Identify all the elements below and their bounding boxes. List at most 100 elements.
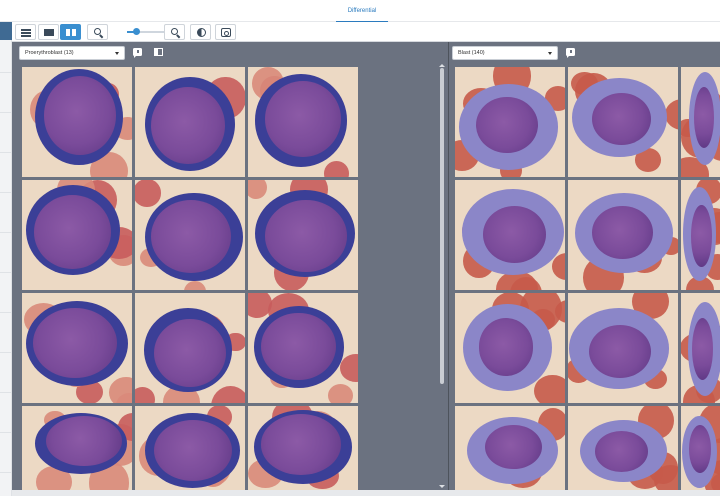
single-view-icon — [44, 29, 54, 36]
toolbar — [12, 22, 720, 42]
sidebar-divider — [0, 232, 12, 233]
cell-image-tile[interactable] — [455, 67, 565, 177]
red-blood-cell — [135, 386, 155, 403]
view-toggle-button[interactable] — [215, 24, 236, 40]
cell-image-tile[interactable] — [568, 67, 678, 177]
cell-nucleus — [594, 430, 649, 472]
cell-image-tile[interactable] — [135, 67, 245, 177]
cell-image-tile[interactable] — [248, 293, 358, 403]
cell-nucleus — [153, 318, 226, 388]
cell-nucleus — [264, 200, 347, 272]
red-blood-cell — [323, 161, 350, 177]
red-blood-cell — [135, 180, 161, 207]
sidebar — [0, 22, 12, 496]
chevron-down-icon — [115, 52, 119, 55]
menu-button[interactable] — [15, 24, 36, 40]
cell-image-tile[interactable] — [248, 180, 358, 290]
cell-image-tile[interactable] — [568, 180, 678, 290]
cell-image-tile[interactable] — [22, 180, 132, 290]
sidebar-active-item[interactable] — [0, 22, 12, 40]
menu-icon-line — [21, 35, 31, 37]
red-blood-cell — [183, 280, 207, 290]
sidebar-divider — [0, 152, 12, 153]
split-view-icon — [66, 29, 70, 36]
cell-image-tile[interactable] — [681, 67, 720, 177]
cell-image-tile[interactable] — [681, 180, 720, 290]
right-class-select-value: Blast (140) — [458, 50, 485, 56]
red-blood-cell — [248, 180, 267, 200]
zoom-out-button[interactable] — [87, 24, 108, 40]
menu-icon-line — [21, 32, 31, 34]
cell-nucleus — [261, 414, 342, 475]
sidebar-divider — [0, 312, 12, 313]
cell-nucleus — [592, 205, 653, 259]
zoom-in-icon — [171, 28, 178, 35]
cell-nucleus — [33, 307, 118, 378]
scroll-up-arrow[interactable] — [439, 64, 445, 67]
sidebar-divider — [0, 432, 12, 433]
layout-icon[interactable] — [154, 48, 163, 56]
sidebar-divider — [0, 472, 12, 473]
cell-image-tile[interactable] — [248, 67, 358, 177]
zoom-in-button[interactable] — [164, 24, 185, 40]
cell-image-tile[interactable] — [135, 180, 245, 290]
sidebar-divider — [0, 192, 12, 193]
cell-nucleus — [482, 205, 547, 263]
cell-nucleus — [476, 96, 538, 154]
left-class-select-value: Proerythroblast (13) — [25, 50, 74, 56]
cell-image-tile[interactable] — [455, 406, 565, 490]
red-blood-cell — [534, 375, 565, 403]
single-view-button[interactable] — [38, 24, 59, 40]
red-blood-cell — [108, 377, 132, 403]
zoom-slider-handle[interactable] — [133, 28, 141, 35]
sidebar-divider — [0, 272, 12, 273]
tab-bar: Differential — [0, 0, 720, 23]
cell-image-tile[interactable] — [22, 67, 132, 177]
right-gallery-panel: Blast (140) — [449, 42, 720, 490]
cell-image-tile[interactable] — [681, 406, 720, 490]
menu-icon — [21, 29, 31, 31]
sidebar-divider — [0, 72, 12, 73]
cell-image-tile[interactable] — [248, 406, 358, 490]
right-class-select[interactable]: Blast (140) — [452, 46, 558, 60]
cell-image-tile[interactable] — [135, 406, 245, 490]
split-view-button[interactable] — [60, 24, 81, 40]
comment-icon[interactable] — [566, 48, 575, 58]
red-blood-cell — [339, 353, 358, 383]
cell-image-tile[interactable] — [681, 293, 720, 403]
cell-image-tile[interactable] — [22, 293, 132, 403]
cell-nucleus — [693, 86, 714, 148]
red-blood-cell — [327, 383, 354, 403]
cell-image-tile[interactable] — [135, 293, 245, 403]
cell-nucleus — [485, 425, 542, 470]
cell-nucleus — [153, 419, 232, 482]
sidebar-divider — [0, 352, 12, 353]
comment-icon[interactable] — [133, 48, 142, 58]
red-blood-cell — [210, 385, 245, 403]
cell-image-tile[interactable] — [22, 406, 132, 490]
cell-nucleus — [478, 318, 534, 376]
cell-nucleus — [689, 425, 712, 474]
cell-nucleus — [588, 324, 652, 378]
left-panel-scrollbar[interactable] — [440, 68, 444, 384]
sidebar-divider — [0, 112, 12, 113]
cell-image-tile[interactable] — [455, 293, 565, 403]
cell-image-tile[interactable] — [455, 180, 565, 290]
contrast-icon — [197, 28, 206, 37]
cell-nucleus — [151, 199, 232, 273]
cell-nucleus — [265, 81, 341, 158]
status-bar — [12, 490, 720, 496]
scroll-down-arrow[interactable] — [439, 485, 445, 488]
cell-nucleus — [151, 86, 226, 164]
cell-nucleus — [261, 313, 336, 381]
cell-image-tile[interactable] — [568, 406, 678, 490]
sidebar-divider — [0, 392, 12, 393]
left-class-select[interactable]: Proerythroblast (13) — [19, 46, 125, 60]
tab-differential-label: Differential — [347, 8, 377, 14]
cell-nucleus — [591, 93, 651, 146]
contrast-button[interactable] — [190, 24, 211, 40]
cell-image-tile[interactable] — [568, 293, 678, 403]
app-window: Differential Proerythroblast (13) Blast … — [0, 0, 720, 496]
view-toggle-icon — [221, 28, 231, 37]
tab-differential[interactable]: Differential — [336, 0, 388, 23]
